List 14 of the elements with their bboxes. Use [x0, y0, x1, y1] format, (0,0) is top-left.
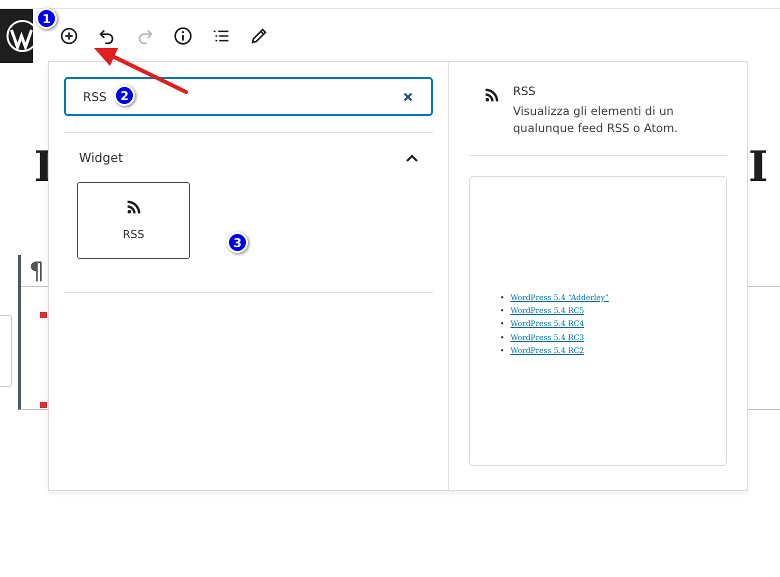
- paragraph-icon[interactable]: ¶: [29, 256, 44, 284]
- post-title: I: [748, 145, 768, 189]
- step-badge: 1: [36, 8, 57, 29]
- add-block-icon: [58, 25, 80, 47]
- block-description: Visualizza gli elementi di un qualunque feed RSS o Atom.: [513, 103, 679, 137]
- wordpress-logo[interactable]: [0, 9, 33, 63]
- block-item[interactable]: RSS: [77, 182, 190, 259]
- cursor-mark: [40, 402, 47, 408]
- clear-icon[interactable]: [402, 91, 414, 103]
- chevron-up-icon[interactable]: [405, 152, 419, 162]
- block-title: RSS: [513, 84, 537, 98]
- info-icon: [172, 25, 194, 47]
- category-title: Widget: [79, 150, 124, 165]
- cursor-mark: [40, 312, 47, 318]
